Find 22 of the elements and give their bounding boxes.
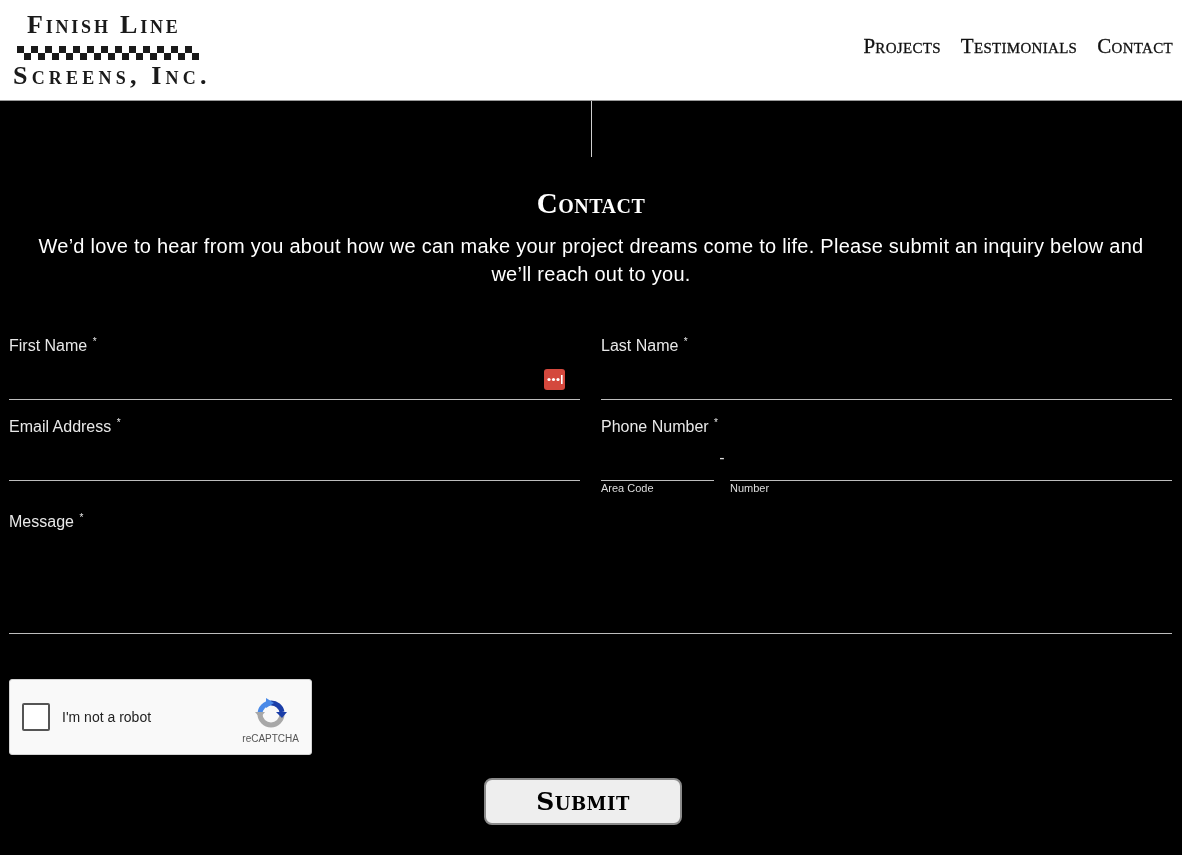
field-label: Email Address $^{*}$ xyxy=(9,417,121,437)
password-dots-icon[interactable] xyxy=(544,369,565,390)
logo-text: Screens, Inc. xyxy=(13,62,211,89)
section-title: Contact xyxy=(536,187,646,219)
field-caption: Number xyxy=(730,481,770,495)
separator-text: - xyxy=(718,448,726,468)
nav-link[interactable]: Projects xyxy=(863,33,941,59)
logo-text: Finish Line xyxy=(27,11,181,38)
checkbox-label: I'm not a robot xyxy=(62,709,153,725)
field-label: Last Name $^{*}$ xyxy=(601,336,688,356)
recaptcha-text: reCAPTCHA xyxy=(242,732,299,744)
field-label: First Name $^{*}$ xyxy=(9,336,97,356)
nav-link[interactable]: Contact xyxy=(1097,33,1173,59)
submit-button[interactable]: Submit xyxy=(484,778,682,825)
intro-text: We’d love to hear from you about how we can make your project dreams come to life. Please submit an inquiry below and we’ll reach out to you. xyxy=(37,234,1145,287)
checkered-stripe-icon xyxy=(17,45,199,60)
checkbox[interactable] xyxy=(22,703,50,731)
circular-arrows-icon xyxy=(254,696,287,729)
nav-link[interactable]: Testimonials xyxy=(960,33,1078,59)
field-label: Message $^{*}$ xyxy=(9,512,84,532)
field-label: Phone Number $^{*}$ xyxy=(601,417,718,437)
field-caption: Area Code xyxy=(601,481,654,495)
